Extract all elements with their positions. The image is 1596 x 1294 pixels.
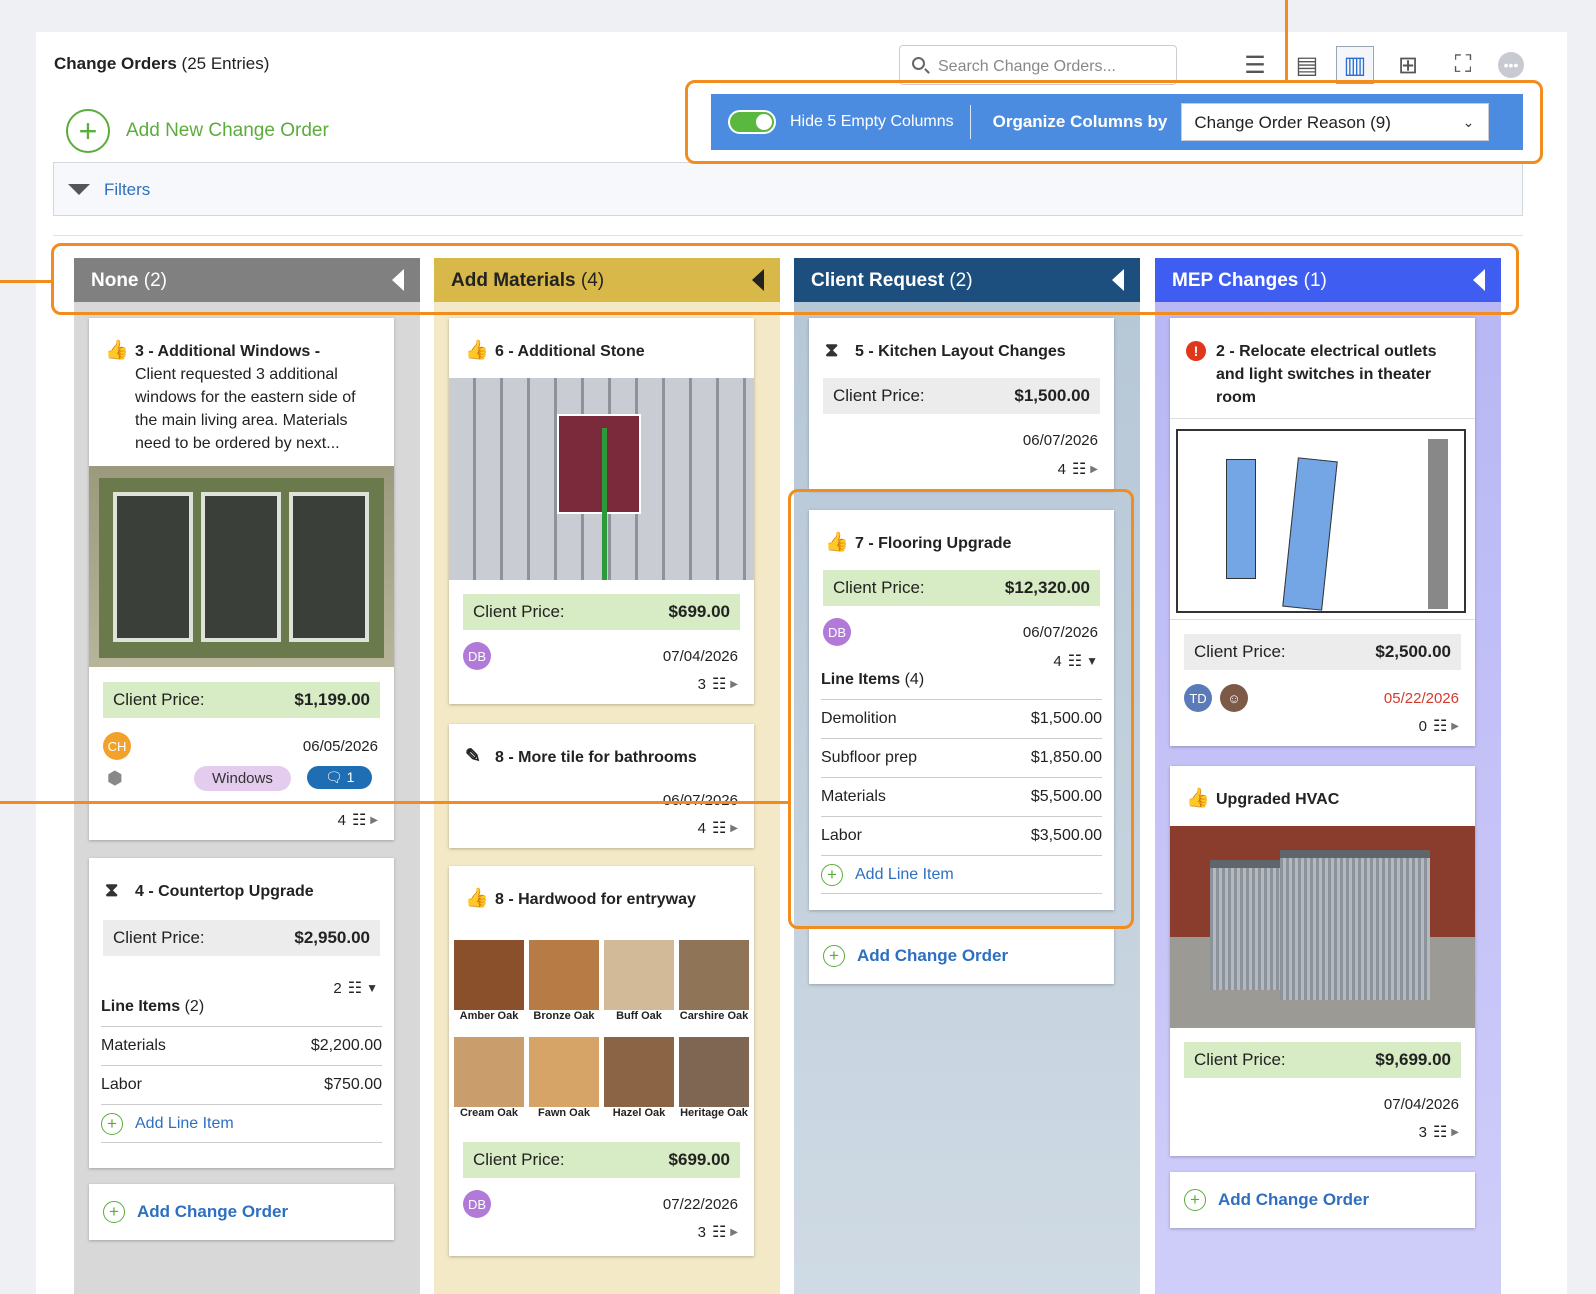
line-items-count[interactable]: 3 ☷ ▶ [698,1222,738,1242]
plus-circle-icon: + [823,945,845,967]
card-date: 07/22/2026 [662,1196,738,1213]
line-items-count[interactable]: 0 ☷ ▶ [1419,716,1459,736]
change-order-card-hvac[interactable]: 👍 Upgraded HVAC Client Price: $9,699.00 07… [1170,766,1475,1156]
list-icon: ☷ [711,1224,727,1241]
comment-badge[interactable]: 🗨 1 [307,766,373,789]
highlight-column-headers [51,243,1519,315]
hourglass-icon: ⧗ [825,340,839,361]
wood-swatch: Heritage Oak [679,1037,749,1119]
hvac-photo [1170,826,1475,1028]
list-icon: ☷ [1432,718,1448,735]
wood-swatch: Carshire Oak [679,940,749,1022]
board-view-icon[interactable]: ▥ [1336,46,1374,84]
list-icon: ☷ [347,980,363,997]
line-items-count[interactable]: 4 ☷ ▶ [1058,459,1098,479]
more-options-icon[interactable]: ••• [1492,46,1530,84]
avatar: TD [1184,684,1212,712]
page-title: Change Orders (25 Entries) [54,54,270,73]
thumbs-up-icon: 👍 [105,340,129,361]
line-items-count[interactable]: 2 ☷ ▼ [333,978,378,998]
avatar: DB [463,642,491,670]
card-date: 06/07/2026 [1022,432,1098,449]
thumbs-up-icon: 👍 [465,340,489,361]
caret-down-icon [68,184,90,195]
hourglass-icon: ⧗ [105,880,119,901]
change-order-card-3[interactable]: 👍 3 - Additional Windows - Client requeste… [89,318,394,840]
change-order-card-8-tile[interactable]: ✎8 - More tile for bathrooms 06/07/2026 … [449,724,754,848]
add-change-order-button[interactable]: + Add Change Order [89,1184,394,1240]
list-icon: ☷ [1432,1124,1448,1141]
annotation-line [0,801,789,804]
add-change-order-button[interactable]: + Add Change Order [1170,1172,1475,1228]
wood-swatch: Amber Oak [454,940,524,1022]
filters-bar[interactable]: Filters [53,162,1523,216]
change-order-card-6[interactable]: 👍 6 - Additional Stone Client Price: $699.… [449,318,754,704]
change-order-card-5[interactable]: ⧗ 5 - Kitchen Layout Changes Client Price… [809,318,1114,490]
plus-circle-icon: + [101,1112,123,1135]
list-icon: ☷ [711,820,727,837]
wood-swatch: Cream Oak [454,1037,524,1119]
tag-windows[interactable]: Windows [194,766,291,791]
wood-swatch: Hazel Oak [604,1037,674,1119]
line-items-header: Line Items (2) [101,998,382,1027]
plus-circle-icon: + [103,1201,125,1223]
add-change-order-button[interactable]: + Add Change Order [809,928,1114,984]
edit-lines-icon: ✎ [465,746,481,767]
card-date: 07/04/2026 [662,648,738,665]
annotation-line [1285,0,1288,80]
wood-swatch: Buff Oak [604,940,674,1022]
line-item-row: Materials $2,200.00 [101,1027,382,1066]
change-order-card-4[interactable]: ⧗ 4 - Countertop Upgrade Client Price: $2,… [89,858,394,1168]
alert-icon: ! [1186,340,1208,362]
windows-photo [89,466,394,667]
line-items-count[interactable]: 3 ☷ ▶ [698,674,738,694]
card-date: 07/04/2026 [1383,1096,1459,1113]
search-input[interactable]: Search Change Orders... [899,45,1177,85]
grid-view-icon[interactable]: ⊞ [1389,46,1427,84]
list-icon: ☷ [711,676,727,693]
list-view-icon[interactable]: ☰ [1236,46,1274,84]
detail-list-view-icon[interactable]: ▤ [1288,46,1326,84]
column-add-materials: Add Materials (4) 👍 6 - Additional Stone … [434,258,780,1294]
thumbs-up-icon: 👍 [465,888,489,909]
annotation-line [0,280,52,283]
thumbs-up-icon: 👍 [1186,788,1210,809]
package-icon: ⬢ [107,768,123,788]
stone-pallet-photo [449,378,754,580]
highlight-organize [685,80,1543,164]
change-order-card-2[interactable]: ! 2 - Relocate electrical outlets and lig… [1170,318,1475,746]
wood-swatch: Fawn Oak [529,1037,599,1119]
floor-plan-image [1170,418,1475,620]
card-date: 06/05/2026 [302,738,378,755]
column-none: None (2) 👍 3 - Additional Windows - Client… [74,258,420,1294]
column-mep-changes: MEP Changes (1) ! 2 - Relocate electrical… [1155,258,1501,1294]
add-new-change-order-button[interactable]: + Add New Change Order [66,109,329,153]
line-items-count[interactable]: 3 ☷ ▶ [1419,1122,1459,1142]
list-icon: ☷ [1071,461,1087,478]
avatar: CH [103,732,131,760]
wood-swatch: Bronze Oak [529,940,599,1022]
list-icon: ☷ [351,812,367,829]
line-items-count[interactable]: 4 ☷ ▶ [338,810,378,830]
plus-circle-icon: + [66,109,110,153]
line-item-row: Labor $750.00 [101,1066,382,1105]
highlight-flooring-card [788,489,1134,929]
fullscreen-icon[interactable]: ⛶ [1444,46,1482,84]
plus-circle-icon: + [1184,1189,1206,1211]
user-photo-avatar: ☺ [1220,684,1248,712]
add-line-item-button[interactable]: + Add Line Item [101,1105,382,1143]
change-order-card-8-hardwood[interactable]: 👍 8 - Hardwood for entryway Amber Oak Bro… [449,866,754,1256]
avatar: DB [463,1190,491,1218]
line-items-count[interactable]: 4 ☷ ▶ [698,818,738,838]
card-date: 05/22/2026 [1383,690,1459,707]
search-icon [912,57,925,70]
